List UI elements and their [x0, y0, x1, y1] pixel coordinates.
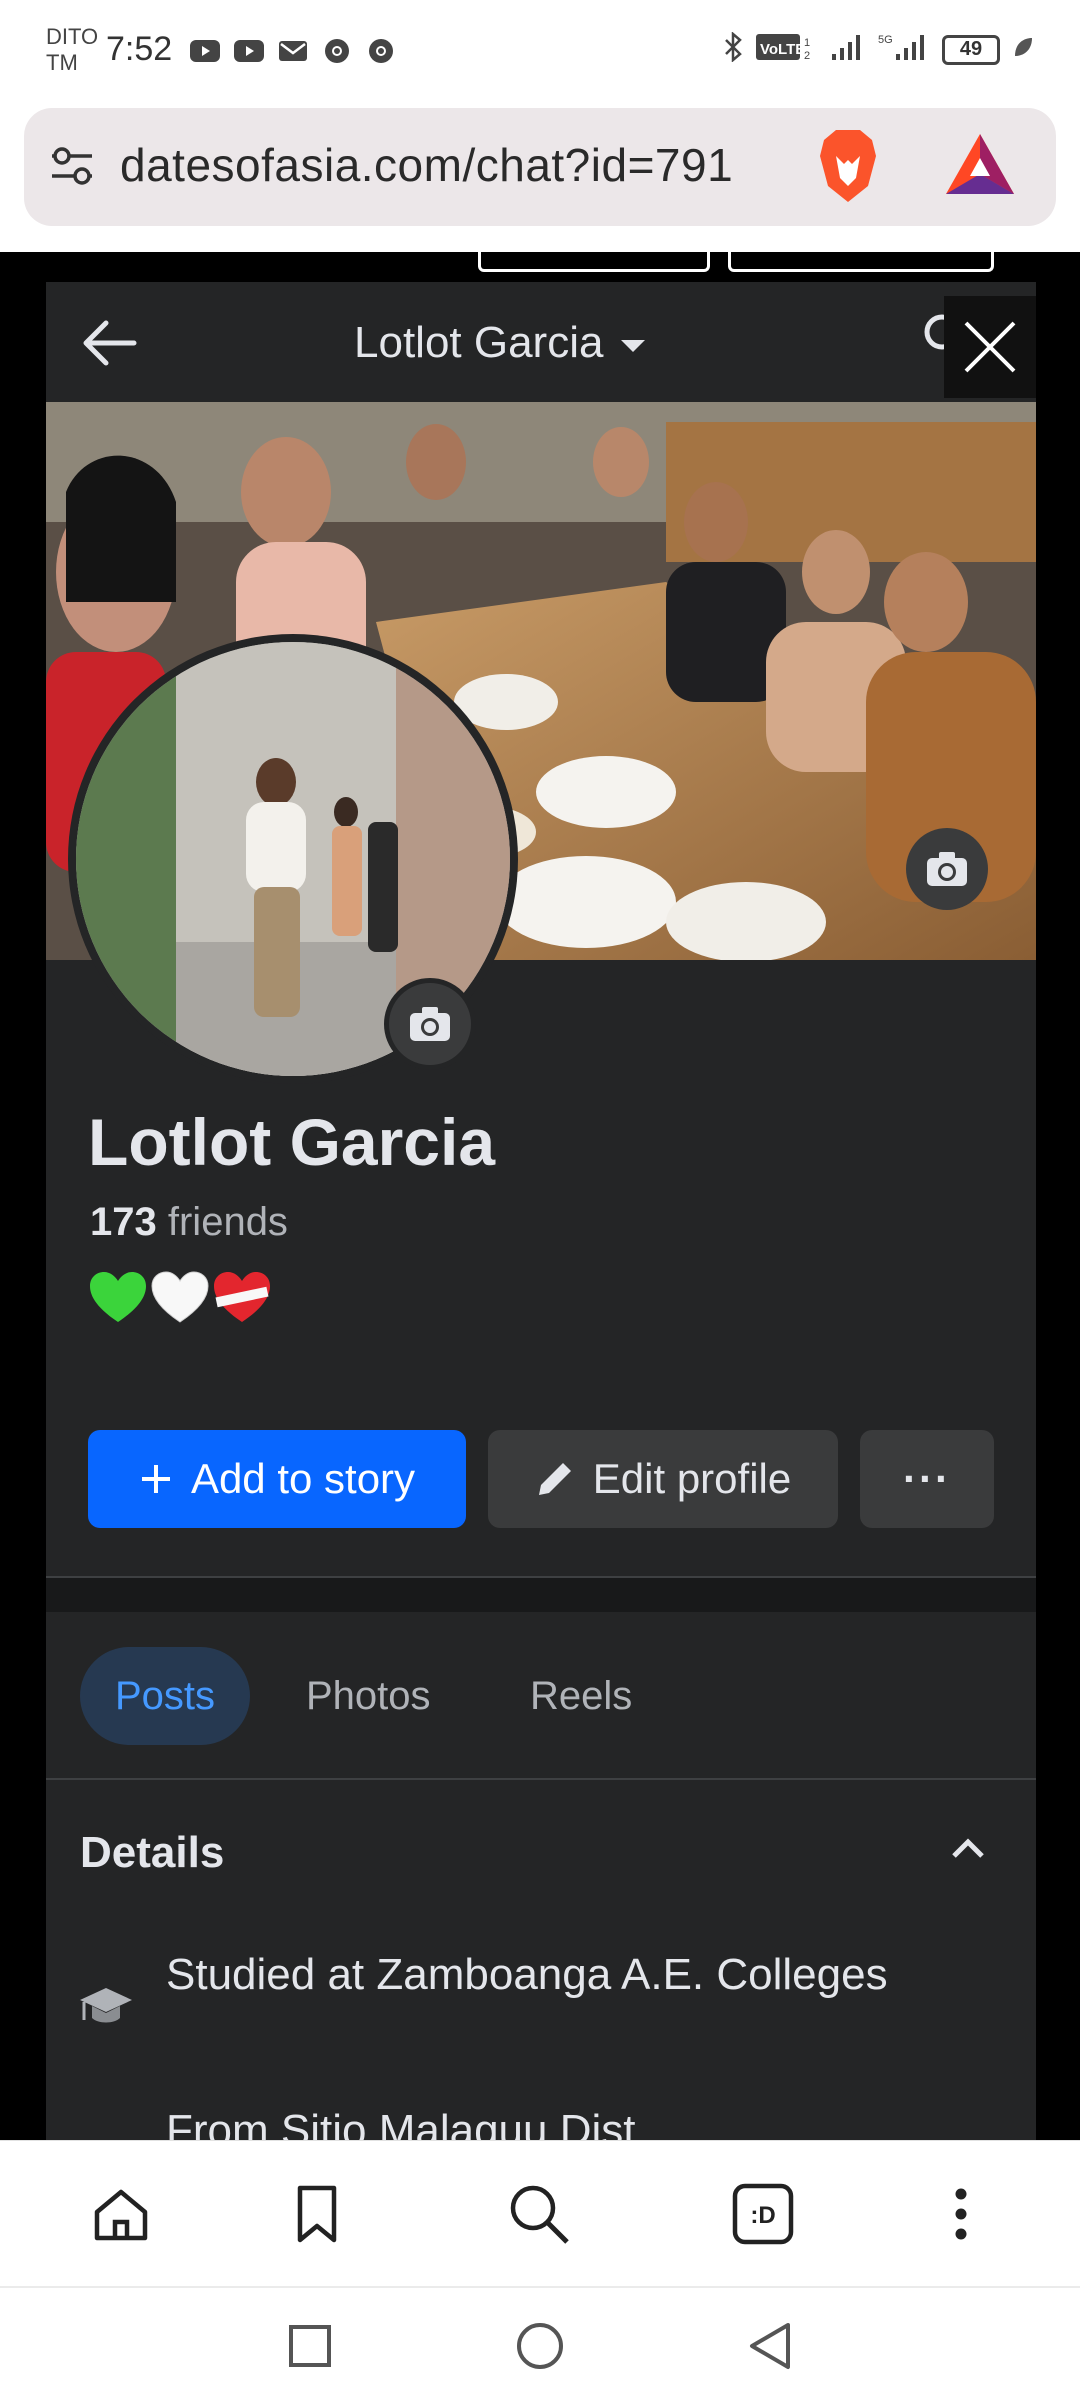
- friends-count[interactable]: 173 friends: [90, 1200, 288, 1245]
- clock: 7:52: [106, 30, 173, 68]
- home-icon: [94, 2189, 148, 2241]
- section-separator: [46, 1578, 1036, 1612]
- notification-icons: [188, 38, 398, 64]
- square-icon: [289, 2325, 331, 2367]
- education-detail: Studied at Zamboanga A.E. Colleges: [166, 1950, 888, 1999]
- bio: [88, 1270, 272, 1326]
- battery-icon: 49: [942, 34, 1000, 65]
- menu-button[interactable]: [928, 2181, 994, 2247]
- search-icon: [510, 2185, 569, 2244]
- profile-name: Lotlot Garcia: [88, 1105, 496, 1179]
- back-nav-button[interactable]: [740, 2316, 800, 2376]
- page-viewport: Lotlot Garcia Lotlot Garcia 173 friends …: [0, 252, 1080, 2140]
- back-arrow-icon[interactable]: [80, 318, 140, 373]
- white-heart-icon: [151, 1271, 209, 1323]
- svg-text:2: 2: [804, 50, 810, 62]
- mail-icon: [276, 38, 310, 64]
- mending-heart-icon: [214, 1272, 270, 1322]
- address-bar[interactable]: datesofasia.com/chat?id=791: [24, 108, 1056, 226]
- graduation-cap-icon: [78, 1982, 134, 2035]
- camera-icon: [410, 1007, 450, 1041]
- status-bar: DITO TM 7:52 VoLTE 1 2 5G 49: [0, 0, 1080, 104]
- tab-reels[interactable]: Reels: [530, 1647, 632, 1745]
- green-heart-icon: [90, 1272, 146, 1322]
- edit-profile-button[interactable]: Edit profile: [488, 1430, 838, 1528]
- svg-text:5G: 5G: [878, 34, 893, 46]
- tabs-icon: :D: [732, 2183, 794, 2245]
- back-triangle-icon: [750, 2323, 790, 2369]
- home-nav-button[interactable]: [510, 2316, 570, 2376]
- details-heading: Details: [80, 1828, 225, 1877]
- carrier-label: DITO TM: [46, 24, 99, 75]
- bookmark-icon: [297, 2185, 337, 2243]
- add-to-story-button[interactable]: Add to story: [88, 1430, 466, 1528]
- dropdown-caret-icon: [621, 340, 646, 352]
- pencil-icon: [538, 1463, 571, 1495]
- chevron-up-icon[interactable]: [948, 1834, 988, 1867]
- system-nav-bar: [0, 2286, 1080, 2400]
- svg-text:1: 1: [804, 37, 810, 49]
- bookmark-button[interactable]: [284, 2181, 350, 2247]
- home-button[interactable]: [88, 2181, 154, 2247]
- more-icon: ···: [903, 1455, 951, 1502]
- profile-frame: Lotlot Garcia Lotlot Garcia 173 friends …: [46, 282, 1036, 2140]
- header-title[interactable]: Lotlot Garcia: [354, 318, 646, 368]
- partial-button: [728, 252, 994, 272]
- chrome-icon: [320, 38, 354, 64]
- partial-button: [478, 252, 710, 272]
- profile-tabs: Posts Photos Reels: [46, 1612, 1036, 1778]
- recents-button[interactable]: [280, 2316, 340, 2376]
- close-ad-button[interactable]: [944, 296, 1036, 398]
- svg-text::D: :D: [750, 2202, 775, 2229]
- youtube-icon: [188, 38, 222, 64]
- brave-shields-icon[interactable]: [814, 126, 882, 211]
- system-icons: VoLTE 1 2 5G 49: [722, 31, 1034, 67]
- chrome-icon: [364, 38, 398, 64]
- plus-icon: [141, 1465, 170, 1493]
- volte-icon: VoLTE 1 2: [756, 32, 818, 67]
- site-settings-icon[interactable]: [48, 144, 96, 193]
- tab-posts[interactable]: Posts: [80, 1647, 250, 1745]
- profile-header: Lotlot Garcia: [46, 282, 1036, 402]
- divider: [46, 1778, 1036, 1780]
- profile-camera-button[interactable]: [384, 978, 476, 1070]
- more-vertical-icon: [955, 2188, 967, 2240]
- url-text[interactable]: datesofasia.com/chat?id=791: [120, 138, 733, 192]
- camera-icon: [927, 852, 967, 886]
- close-icon: [964, 321, 1016, 373]
- more-options-button[interactable]: ···: [860, 1430, 994, 1528]
- profile-actions: Add to story Edit profile ···: [88, 1430, 994, 1528]
- tab-photos[interactable]: Photos: [306, 1647, 431, 1745]
- leaf-icon: [1012, 35, 1034, 64]
- search-button[interactable]: [506, 2181, 572, 2247]
- youtube-icon: [232, 38, 266, 64]
- bluetooth-icon: [722, 31, 744, 67]
- cover-camera-button[interactable]: [906, 828, 988, 910]
- browser-toolbar: :D: [0, 2140, 1080, 2286]
- bat-rewards-icon[interactable]: [944, 132, 1016, 203]
- circle-icon: [517, 2323, 563, 2369]
- 5g-signal-icon: 5G: [878, 32, 930, 67]
- svg-text:VoLTE: VoLTE: [760, 41, 805, 58]
- signal-icon: [830, 32, 866, 67]
- tabs-button[interactable]: :D: [730, 2181, 796, 2247]
- hometown-detail: From Sitio Malaguu Dist...: [166, 2106, 673, 2140]
